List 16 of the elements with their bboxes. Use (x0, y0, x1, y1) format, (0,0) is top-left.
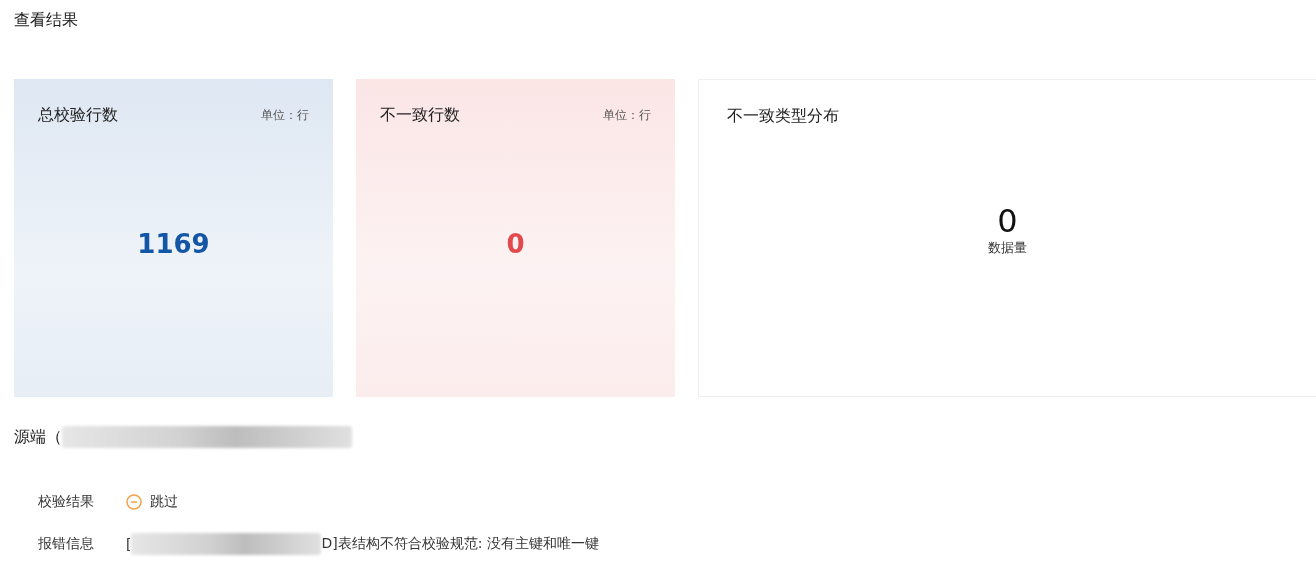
total-caption: 数据量 (988, 239, 1027, 257)
source-label: 源端（ (14, 426, 62, 448)
message-prefix: [ (126, 536, 132, 552)
card-title: 不一致类型分布 (727, 106, 840, 127)
total-value: 0 (997, 203, 1018, 239)
metric-value: 0 (506, 229, 525, 259)
unit-label: 单位：行 (603, 107, 651, 124)
status-text: 跳过 (150, 493, 178, 511)
field-label: 校验结果 (38, 493, 95, 511)
page-title: 查看结果 (14, 10, 79, 30)
metric-value: 1169 (137, 229, 210, 259)
error-message: D]表结构不符合校验规范: 没有主键和唯一键 (321, 535, 599, 553)
card-title: 总校验行数 (38, 105, 118, 126)
field-label: 报错信息 (38, 535, 95, 553)
card-title: 不一致行数 (380, 105, 460, 126)
unit-label: 单位：行 (261, 107, 309, 124)
